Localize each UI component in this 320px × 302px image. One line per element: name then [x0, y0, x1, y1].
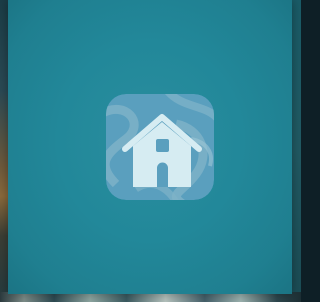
- app-splash-window: [8, 0, 292, 294]
- home-icon: [106, 94, 214, 200]
- app-icon: [106, 94, 214, 200]
- desktop: [0, 0, 301, 302]
